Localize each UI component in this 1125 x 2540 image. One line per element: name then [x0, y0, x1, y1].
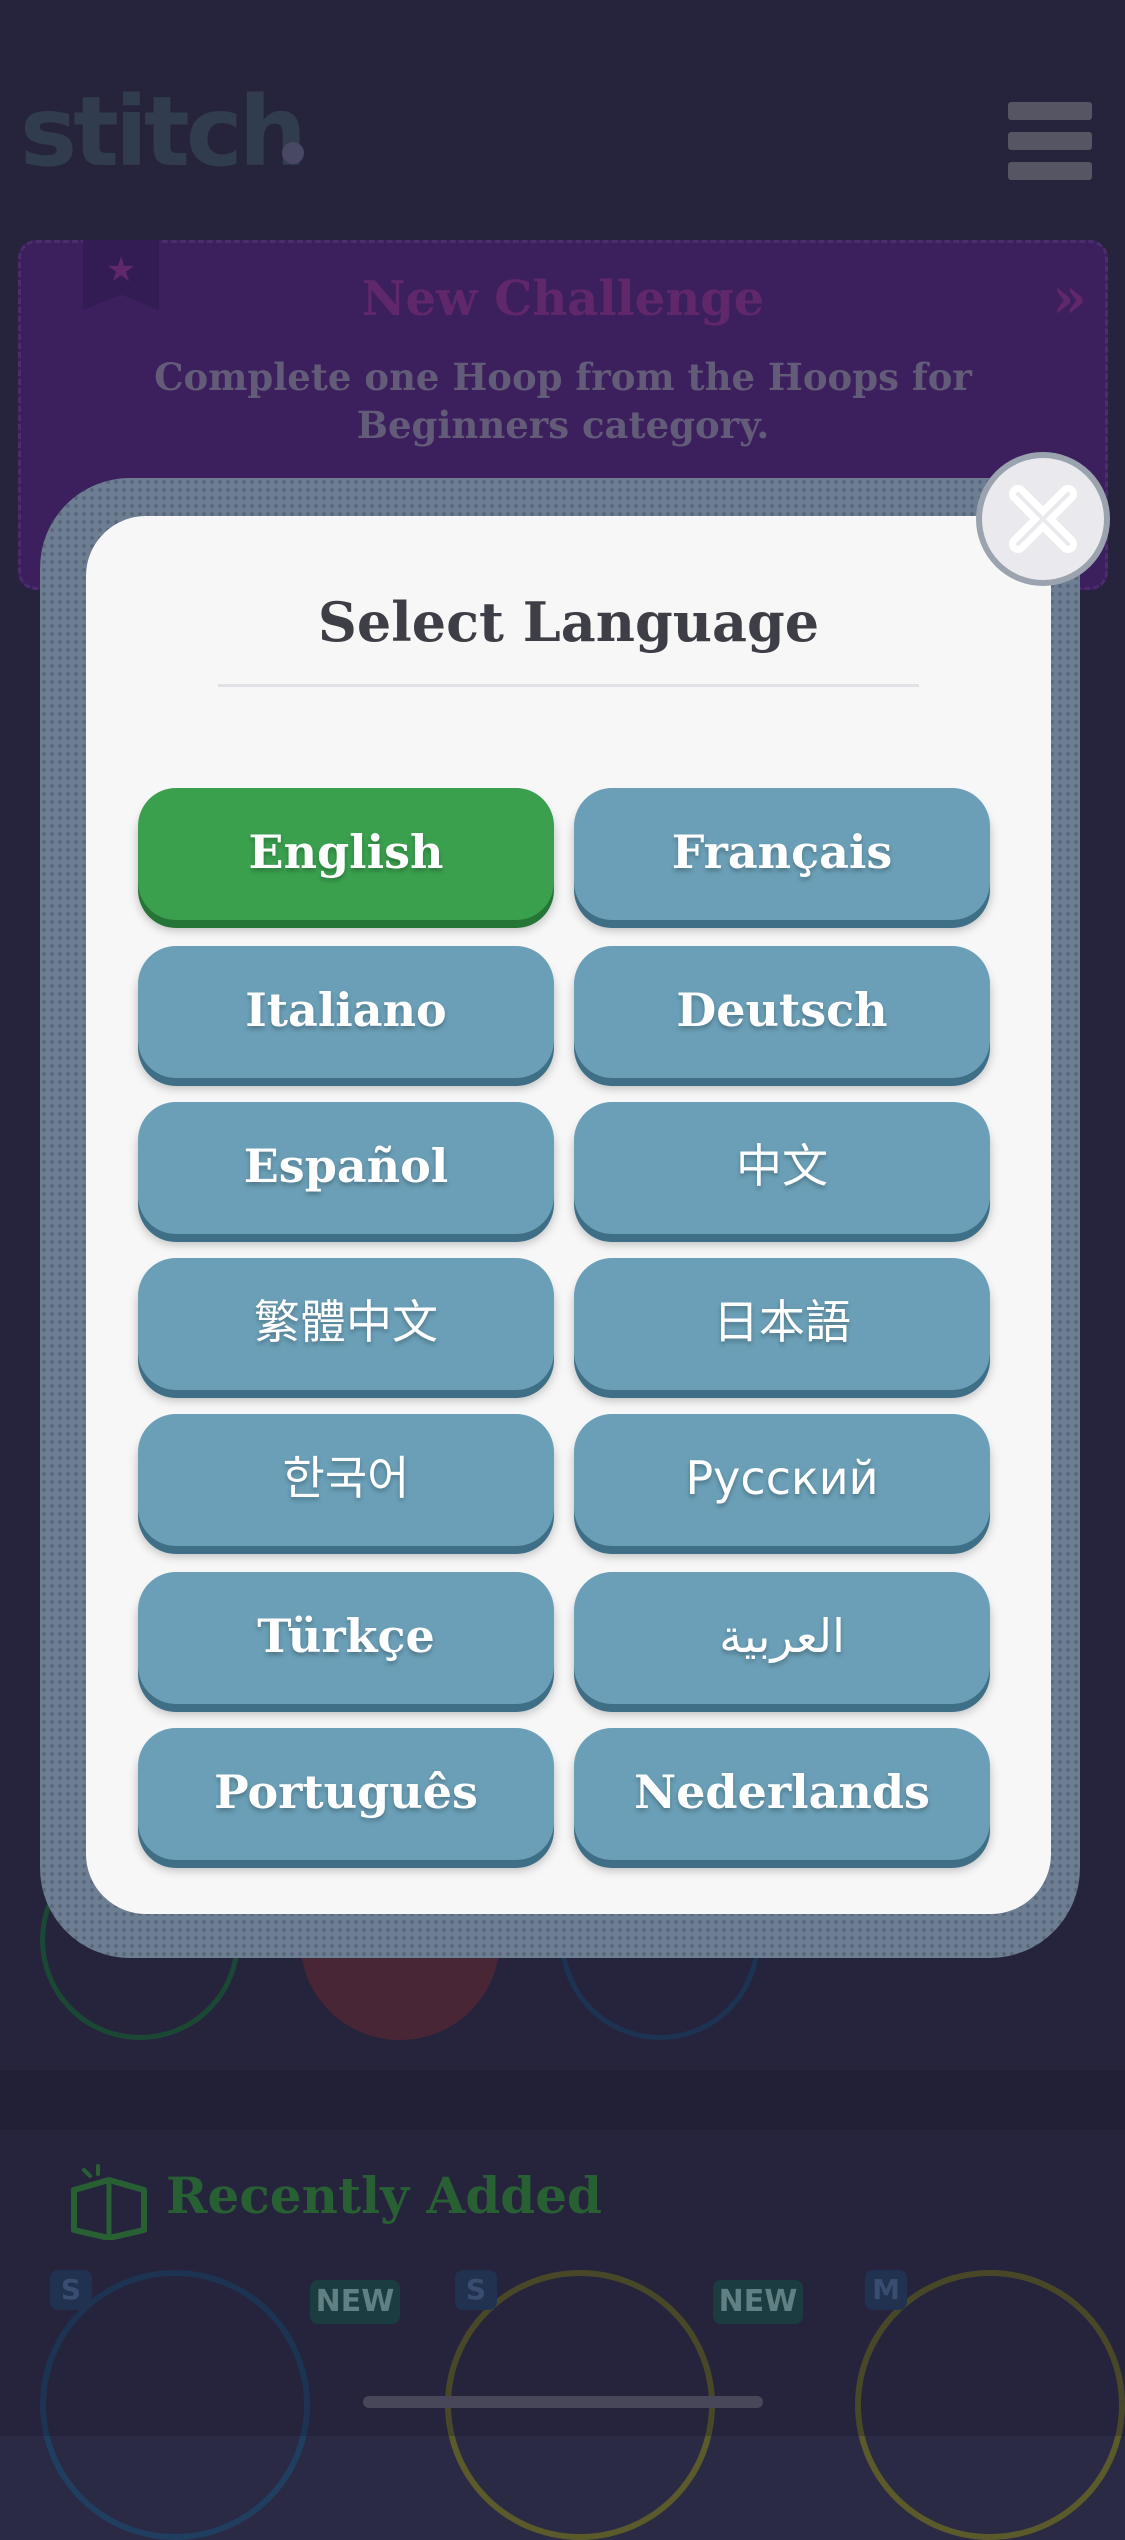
language-button-dutch[interactable]: Nederlands [574, 1728, 990, 1860]
language-button-chinese-simplified[interactable]: 中文 [574, 1102, 990, 1234]
language-button-chinese-traditional[interactable]: 繁體中文 [138, 1258, 554, 1390]
language-button-spanish[interactable]: Español [138, 1102, 554, 1234]
language-button-french[interactable]: Français [574, 788, 990, 920]
language-button-german[interactable]: Deutsch [574, 946, 990, 1078]
language-button-russian[interactable]: Русский [574, 1414, 990, 1546]
modal-title: Select Language [317, 590, 820, 654]
language-button-turkish[interactable]: Türkçe [138, 1572, 554, 1704]
language-button-japanese[interactable]: 日本語 [574, 1258, 990, 1390]
close-icon [1009, 485, 1077, 553]
language-button-arabic[interactable]: العربية [574, 1572, 990, 1704]
language-button-italian[interactable]: Italiano [138, 946, 554, 1078]
language-modal: Select Language English Français Italian… [86, 516, 1051, 1914]
language-button-english[interactable]: English [138, 788, 554, 920]
language-button-portuguese[interactable]: Português [138, 1728, 554, 1860]
close-button[interactable] [976, 452, 1110, 586]
language-button-korean[interactable]: 한국어 [138, 1414, 554, 1546]
title-divider [218, 684, 919, 687]
